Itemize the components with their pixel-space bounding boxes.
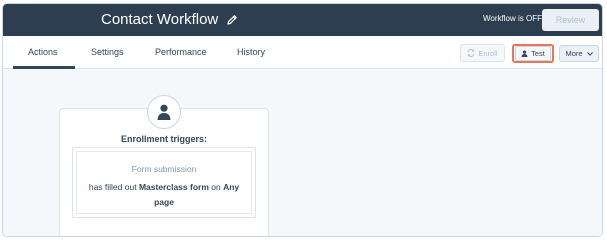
workflow-title[interactable]: Contact Workflow [101,12,218,28]
desc-prefix: has filled out [88,182,137,192]
pencil-icon[interactable] [226,14,238,26]
trigger-filter-inner: Form submission has filled out Mastercla… [76,151,252,214]
tab-settings[interactable]: Settings [91,47,124,58]
workflow-window: Contact Workflow Workflow is OFF Review … [2,3,603,237]
contact-avatar [147,95,181,129]
enroll-icon [467,49,475,57]
title-group: Contact Workflow [101,12,238,28]
enroll-label: Enroll [478,48,498,58]
review-button[interactable]: Review [542,9,599,31]
enroll-button[interactable]: Enroll [460,44,505,62]
test-label: Test [531,49,545,58]
workflow-canvas[interactable]: Enrollment triggers: Form submission has… [3,70,602,236]
trigger-filter[interactable]: Form submission has filled out Mastercla… [72,147,256,218]
tab-performance[interactable]: Performance [155,47,207,58]
chevron-down-icon [586,51,593,56]
filter-description: has filled out Masterclass form on Any p… [85,180,243,210]
enrollment-triggers-heading: Enrollment triggers: [120,134,207,144]
test-button[interactable]: Test [515,46,551,61]
tab-actions[interactable]: Actions [28,47,58,58]
workflow-header: Contact Workflow Workflow is OFF Review [3,4,602,36]
tab-history[interactable]: History [237,47,265,58]
more-label: More [565,49,583,58]
active-tab-indicator [13,66,75,69]
form-name: Masterclass form [138,182,209,192]
contact-icon [157,104,171,120]
desc-middle: on [211,182,221,192]
filter-type-label: Form submission [131,164,197,174]
workflow-status-text: Workflow is OFF [483,14,542,23]
more-button[interactable]: More [559,45,599,62]
user-icon [521,50,528,57]
